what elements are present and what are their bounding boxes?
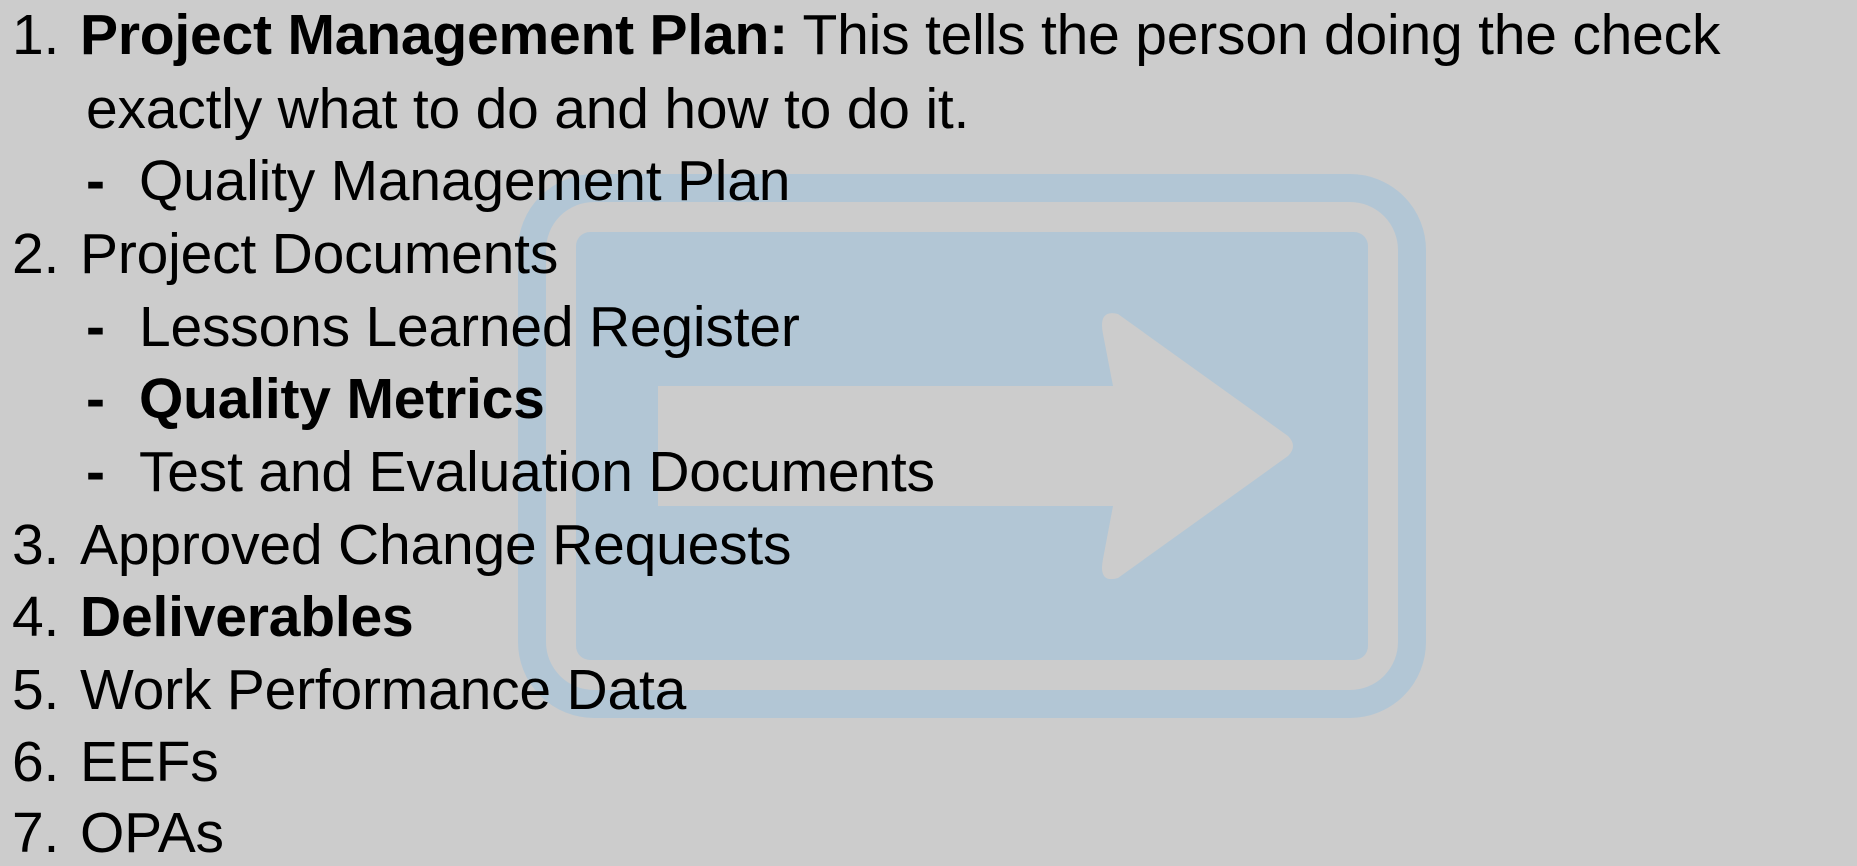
dash-bullet: -	[86, 295, 105, 359]
list-item-text: Project Management Plan: This tells the …	[80, 2, 1720, 68]
list-number: 4.	[12, 585, 60, 649]
dash-bullet: -	[86, 440, 105, 504]
list-item-label: Project Documents	[80, 222, 559, 286]
sub-item-label: Lessons Learned Register	[139, 295, 800, 359]
list-number: 7.	[12, 801, 60, 865]
dash-bullet: -	[86, 367, 105, 431]
list-item-label: EEFs	[80, 730, 219, 794]
list-item-label: Work Performance Data	[80, 658, 687, 722]
sub-item-label: Quality Management Plan	[139, 149, 791, 213]
list-number: 3.	[12, 513, 60, 577]
dash-bullet: -	[86, 149, 105, 213]
sub-item-label: Quality Metrics	[139, 367, 545, 431]
sub-item-label: Test and Evaluation Documents	[139, 440, 935, 504]
list-number: 2.	[12, 222, 60, 286]
list-number: 6.	[12, 730, 60, 794]
list-item-description-continued: exactly what to do and how to do it.	[86, 77, 970, 141]
list-number: 5.	[12, 658, 60, 722]
list-item-bold-label: Project Management Plan:	[80, 3, 788, 67]
list-item-label: Approved Change Requests	[80, 513, 792, 577]
list-number: 1.	[12, 3, 60, 67]
list-item-description: This tells the person doing the check	[787, 3, 1721, 67]
input-list: 1. Project Management Plan: This tells t…	[0, 0, 1857, 865]
list-item-label: Deliverables	[80, 585, 414, 649]
list-item-label: OPAs	[80, 801, 224, 865]
